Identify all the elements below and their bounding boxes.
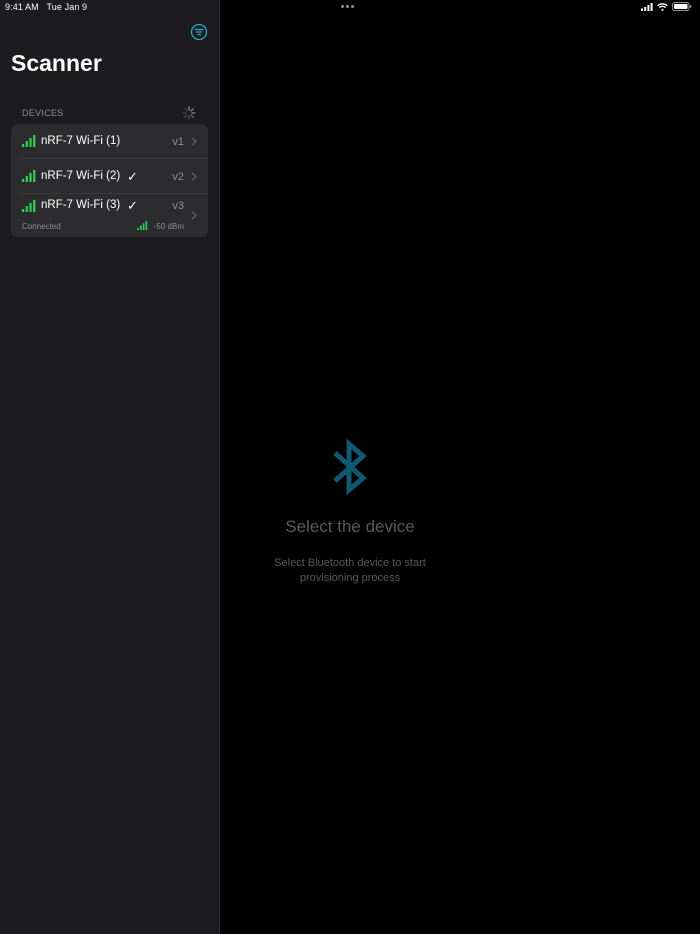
device-version: v2 — [172, 171, 184, 183]
empty-state-subtitle: Select Bluetooth device to start provisi… — [274, 557, 426, 584]
status-time-text: 9:41 AM — [5, 2, 39, 12]
sidebar: 9:41 AM Tue Jan 9 Scanner DEVICES nRF-7 … — [0, 0, 219, 934]
chevron-right-icon — [191, 172, 197, 181]
device-name: nRF-7 Wi-Fi (3) — [41, 199, 121, 211]
signal-bars-icon — [22, 200, 36, 212]
bluetooth-icon — [333, 438, 367, 496]
device-name: nRF-7 Wi-Fi (1) — [41, 135, 121, 147]
signal-bars-icon — [22, 170, 36, 182]
chevron-right-icon — [191, 211, 197, 220]
device-version: v1 — [172, 136, 184, 148]
filter-icon — [190, 23, 208, 41]
connection-status: Connected — [22, 222, 61, 231]
signal-bars-icon — [137, 221, 148, 230]
device-row-2[interactable]: nRF-7 Wi-Fi (2) ✓ v2 — [11, 159, 208, 194]
empty-state-title: Select the device — [285, 517, 415, 536]
device-version: v3 — [172, 200, 184, 212]
rssi-value: -50 dBm — [153, 222, 184, 231]
filter-button[interactable] — [190, 23, 208, 41]
device-list: nRF-7 Wi-Fi (1) v1 nRF-7 Wi-Fi (2) ✓ v2 — [11, 124, 208, 237]
signal-bars-icon — [22, 135, 36, 147]
detail-pane — [220, 0, 700, 934]
status-date-text: Tue Jan 9 — [46, 2, 88, 12]
multitasking-dots[interactable] — [341, 5, 354, 8]
chevron-right-icon — [191, 137, 197, 146]
status-bar-time: 9:41 AM Tue Jan 9 — [5, 2, 87, 12]
battery-icon — [672, 2, 692, 11]
devices-section-header: DEVICES — [22, 108, 64, 118]
device-row-3[interactable]: nRF-7 Wi-Fi (3) ✓ v3 Connected -50 dBm — [11, 194, 208, 237]
checkmark-icon: ✓ — [127, 169, 138, 184]
checkmark-icon: ✓ — [127, 198, 138, 213]
wifi-icon — [657, 2, 668, 11]
page-title: Scanner — [11, 50, 102, 76]
cellular-signal-icon — [641, 2, 653, 11]
activity-spinner-icon — [182, 106, 196, 120]
status-bar-icons — [641, 2, 692, 11]
device-name: nRF-7 Wi-Fi (2) — [41, 170, 121, 182]
device-row-1[interactable]: nRF-7 Wi-Fi (1) v1 — [11, 124, 208, 159]
